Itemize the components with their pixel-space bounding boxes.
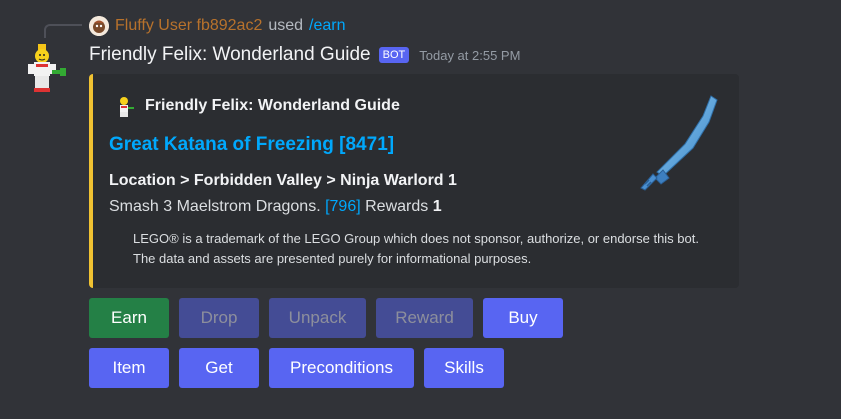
skills-button[interactable]: Skills [424, 348, 504, 388]
embed-author-name: Friendly Felix: Wonderland Guide [145, 97, 400, 114]
field-value-link[interactable]: [796] [325, 198, 361, 215]
embed-field-name: Location > Forbidden Valley > Ninja Warl… [109, 172, 457, 189]
lego-minifig-icon [115, 96, 135, 117]
reply-reference[interactable]: Fluffy User fb892ac2 used /earn [89, 15, 346, 37]
bot-username[interactable]: Friendly Felix: Wonderland Guide [89, 44, 371, 66]
message-timestamp: Today at 2:55 PM [419, 47, 521, 63]
field-value-suffix: Rewards [360, 198, 433, 215]
field-value-count: 1 [432, 198, 442, 215]
reply-connector-line [44, 24, 82, 38]
item-button[interactable]: Item [89, 348, 169, 388]
earn-button[interactable]: Earn [89, 298, 169, 338]
reward-button[interactable]: Reward [376, 298, 473, 338]
reply-used-text: used [268, 17, 304, 34]
bot-badge: BOT [378, 47, 410, 63]
reply-username[interactable]: Fluffy User fb892ac2 [115, 17, 262, 35]
message-embed: Friendly Felix: Wonderland Guide Great K… [89, 74, 739, 288]
user-avatar-icon[interactable] [89, 16, 109, 36]
embed-field-value: Smash 3 Maelstrom Dragons. [796] Rewards… [109, 198, 442, 216]
drop-button[interactable]: Drop [179, 298, 259, 338]
lego-minifig-avatar-icon[interactable] [22, 42, 68, 94]
message-header: Friendly Felix: Wonderland Guide BOT Tod… [89, 44, 520, 66]
embed-title-link[interactable]: Great Katana of Freezing [8471] [109, 134, 394, 156]
embed-disclaimer: LEGO® is a trademark of the LEGO Group w… [133, 231, 699, 266]
reply-command[interactable]: /earn [309, 17, 345, 35]
field-value-prefix: Smash 3 Maelstrom Dragons. [109, 198, 326, 215]
ice-katana-icon[interactable] [623, 92, 723, 196]
unpack-button[interactable]: Unpack [269, 298, 366, 338]
preconditions-button[interactable]: Preconditions [269, 348, 414, 388]
buy-button[interactable]: Buy [483, 298, 563, 338]
embed-author: Friendly Felix: Wonderland Guide [115, 96, 400, 117]
get-button[interactable]: Get [179, 348, 259, 388]
